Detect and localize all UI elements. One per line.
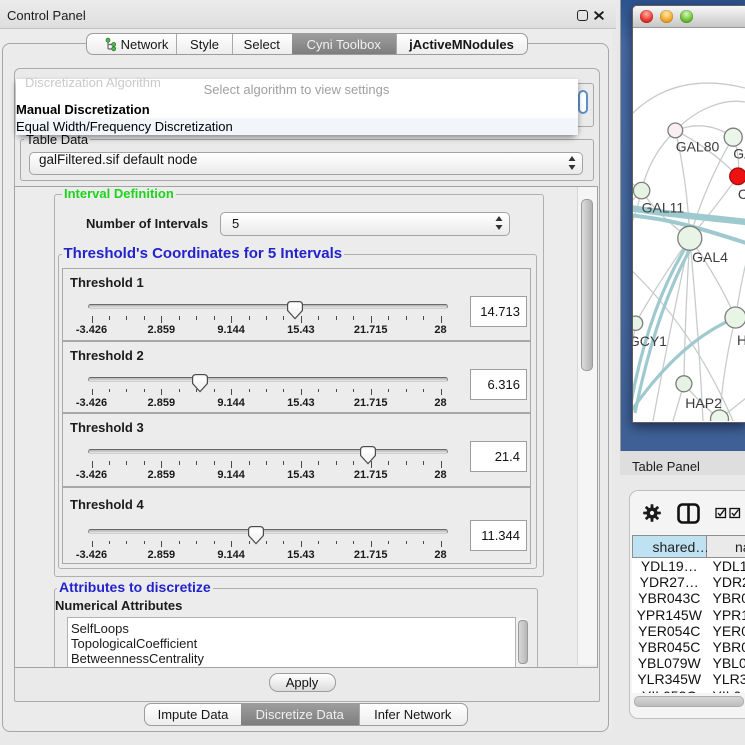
svg-text:GCY1: GCY1 [633,332,667,348]
svg-text:GAL11: GAL11 [641,199,684,215]
svg-text:GA: GA [733,145,745,161]
svg-text:GAL4: GAL4 [692,248,728,264]
svg-text:HAP2: HAP2 [685,395,722,411]
svg-text:GAL80: GAL80 [675,138,719,154]
svg-text:C: C [737,186,745,202]
svg-text:H: H [737,331,745,347]
